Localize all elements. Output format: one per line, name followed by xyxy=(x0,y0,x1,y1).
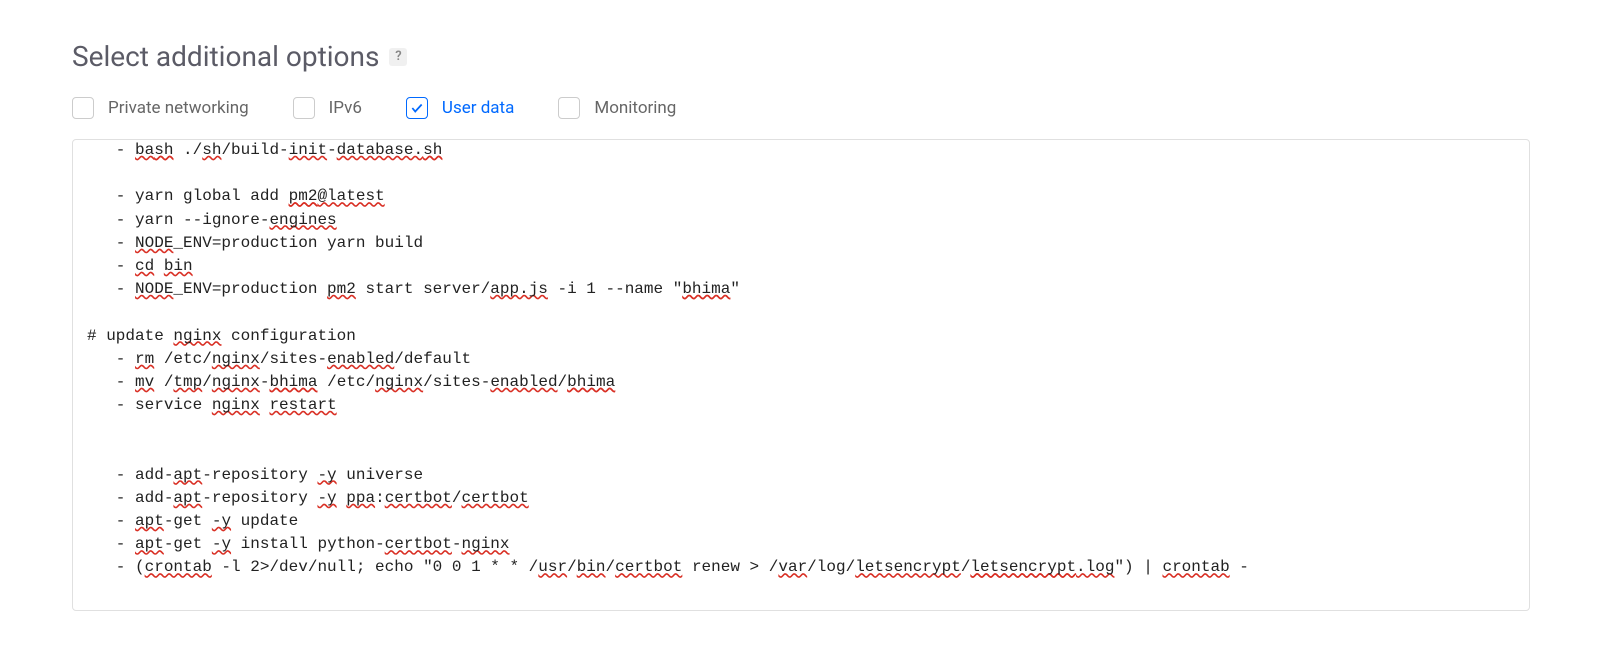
user-data-container: - bash ./sh/build-init-database.sh - yar… xyxy=(72,139,1530,611)
option-label: User data xyxy=(442,98,514,118)
option-label: IPv6 xyxy=(329,98,362,118)
section-header: Select additional options ? xyxy=(72,40,1530,73)
help-icon[interactable]: ? xyxy=(389,48,407,66)
option-monitoring[interactable]: Monitoring xyxy=(558,97,676,119)
checkbox-ipv6[interactable] xyxy=(293,97,315,119)
option-label: Private networking xyxy=(108,98,249,118)
option-label: Monitoring xyxy=(594,98,676,118)
option-user-data[interactable]: User data xyxy=(406,97,514,119)
checkbox-user-data[interactable] xyxy=(406,97,428,119)
checkbox-monitoring[interactable] xyxy=(558,97,580,119)
section-title: Select additional options xyxy=(72,40,379,73)
option-private-networking[interactable]: Private networking xyxy=(72,97,249,119)
option-ipv6[interactable]: IPv6 xyxy=(293,97,362,119)
options-row: Private networking IPv6 User data Monito… xyxy=(72,97,1530,119)
user-data-textarea[interactable]: - bash ./sh/build-init-database.sh - yar… xyxy=(73,140,1529,610)
check-icon xyxy=(410,101,424,115)
checkbox-private-networking[interactable] xyxy=(72,97,94,119)
